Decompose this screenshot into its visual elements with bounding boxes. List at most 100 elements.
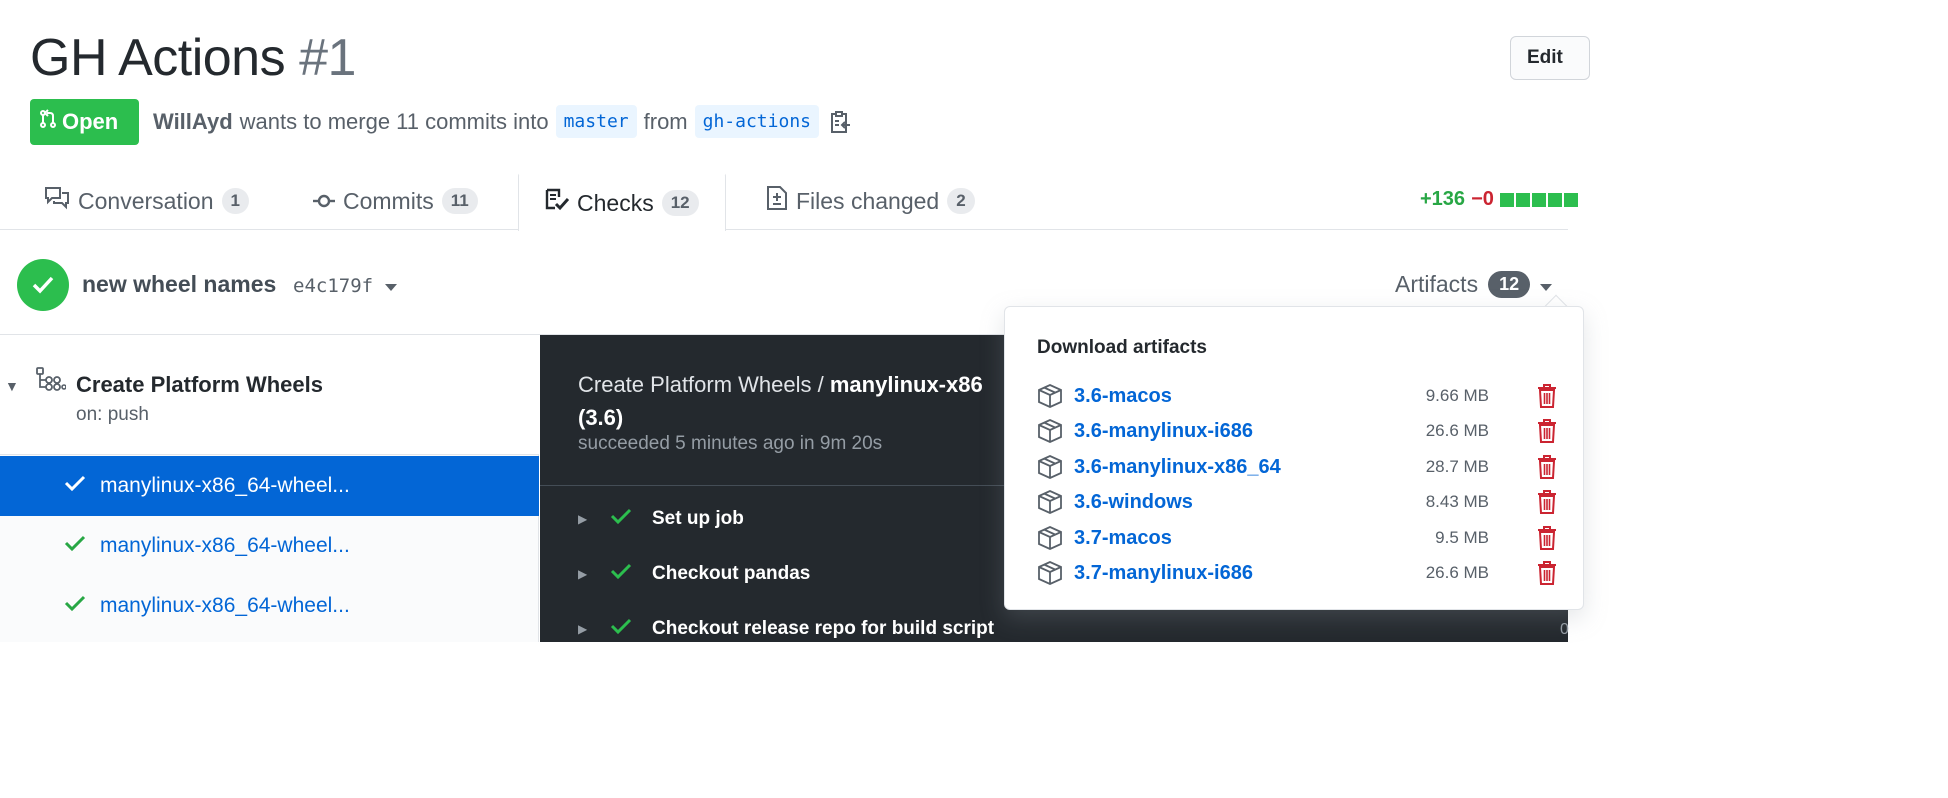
artifact-link[interactable]: 3.6-macos (1074, 385, 1357, 408)
tab-label: Checks (577, 189, 654, 216)
artifact-row: 3.6-manylinux-i686 26.6 MB (1037, 414, 1557, 448)
tab-label: Files changed (796, 187, 940, 214)
job-label: manylinux-x86_64-wheel... (100, 594, 350, 617)
artifacts-counter: 12 (1488, 271, 1531, 298)
success-icon (17, 259, 69, 311)
tab-checks[interactable]: Checks 12 (518, 172, 726, 231)
chevron-down-icon (385, 275, 398, 297)
package-icon (1037, 455, 1074, 479)
package-icon (1037, 419, 1074, 443)
log-status: succeeded 5 minutes ago in 9m 20s (578, 433, 883, 454)
tab-counter: 2 (947, 188, 975, 214)
edit-button[interactable]: Edit (1510, 36, 1590, 80)
artifact-row: 3.7-macos 9.5 MB (1037, 521, 1557, 555)
commit-sha: e4c179f (293, 275, 374, 297)
caret-right-icon: ▶ (578, 512, 588, 526)
artifact-row: 3.6-windows 8.43 MB (1037, 485, 1557, 519)
artifact-size: 9.66 MB (1425, 386, 1489, 405)
comment-discussion-icon (44, 186, 70, 216)
tab-conversation[interactable]: Conversation 1 (44, 172, 249, 230)
check-icon (610, 507, 632, 531)
check-icon (64, 594, 86, 618)
workflow-icon (36, 367, 67, 400)
tab-label: Conversation (78, 187, 214, 214)
step-label: Set up job (652, 508, 744, 529)
artifact-row: 3.7-manylinux-i686 26.6 MB (1037, 556, 1557, 590)
trash-icon[interactable] (1537, 561, 1557, 585)
checklist-icon (545, 188, 570, 218)
author-link[interactable]: WillAyd (153, 109, 233, 135)
check-icon (610, 562, 632, 586)
artifact-size: 8.43 MB (1425, 492, 1489, 511)
job-item[interactable]: manylinux-x86_64-wheel... (0, 576, 539, 636)
package-icon (1037, 384, 1074, 408)
trash-icon[interactable] (1537, 490, 1557, 514)
commit-sha-dropdown[interactable]: e4c179f (293, 275, 398, 297)
step-label: Checkout pandas (652, 563, 811, 584)
artifacts-button[interactable]: Artifacts 12 (1395, 271, 1553, 298)
trash-icon[interactable] (1537, 526, 1557, 550)
file-diff-icon (766, 185, 788, 217)
merge-text: wants to merge 11 commits into (239, 108, 549, 134)
trash-icon[interactable] (1537, 419, 1557, 443)
artifact-link[interactable]: 3.6-windows (1074, 491, 1357, 514)
tab-commits[interactable]: Commits 11 (313, 172, 478, 230)
workflow-name: Create Platform Wheels (76, 372, 323, 397)
artifact-link[interactable]: 3.7-macos (1074, 527, 1357, 550)
log-title: Create Platform Wheels / manylinux-x86 (3… (578, 368, 1048, 434)
diffstat: +136 −0 (1420, 188, 1578, 211)
artifact-size: 28.7 MB (1425, 457, 1489, 476)
trash-icon[interactable] (1537, 455, 1557, 479)
log-step[interactable]: ▶ Set up job (578, 507, 744, 531)
caret-down-icon[interactable]: ▼ (5, 378, 19, 394)
popover-title: Download artifacts (1037, 337, 1207, 358)
package-icon (1037, 526, 1074, 550)
status-label: Open (62, 109, 119, 134)
pr-meta: WillAyd wants to merge 11 commits into m… (153, 105, 852, 138)
step-duration: 0 (1560, 621, 1569, 638)
tab-counter: 11 (441, 188, 478, 214)
pr-number: #1 (299, 29, 356, 87)
artifact-size: 26.6 MB (1425, 563, 1489, 582)
tab-label: Commits (343, 187, 434, 214)
artifact-size: 9.5 MB (1435, 528, 1489, 547)
tab-files-changed[interactable]: Files changed 2 (766, 172, 975, 230)
artifact-link[interactable]: 3.6-manylinux-i686 (1074, 420, 1357, 443)
head-branch[interactable]: gh-actions (694, 105, 819, 138)
tab-counter: 12 (661, 190, 699, 216)
workflow-item[interactable]: ▼ Create Platform Wheels on: push (0, 335, 539, 455)
trash-icon[interactable] (1537, 384, 1557, 408)
status-badge: Open (30, 99, 139, 145)
log-step[interactable]: ▶ Checkout pandas (578, 562, 810, 586)
check-icon (64, 474, 86, 498)
git-commit-icon (313, 188, 335, 215)
chevron-down-icon (1540, 271, 1553, 298)
artifacts-label: Artifacts (1395, 271, 1479, 297)
log-title-matrix: (3.6) (578, 405, 624, 430)
clippy-icon[interactable] (830, 110, 852, 134)
commit-message: new wheel names (82, 271, 277, 297)
from-text: from (643, 108, 688, 134)
tab-counter: 1 (221, 188, 249, 214)
check-icon (610, 617, 632, 641)
artifact-size: 26.6 MB (1425, 421, 1489, 440)
log-step[interactable]: ▶ Checkout release repo for build script (578, 617, 994, 641)
job-label: manylinux-x86_64-wheel... (100, 534, 350, 557)
log-title-job: manylinux-x86 (829, 372, 983, 397)
workflow-trigger: on: push (76, 404, 149, 425)
step-label: Checkout release repo for build script (652, 618, 995, 639)
artifact-link[interactable]: 3.6-manylinux-x86_64 (1074, 456, 1357, 479)
caret-right-icon: ▶ (578, 567, 588, 581)
diffstat-blocks (1499, 192, 1578, 207)
pr-title: GH Actions #1 (30, 28, 356, 88)
base-branch[interactable]: master (555, 105, 637, 138)
artifact-row: 3.6-manylinux-x86_64 28.7 MB (1037, 450, 1557, 484)
job-item[interactable]: manylinux-x86_64-wheel... (0, 456, 539, 516)
package-icon (1037, 490, 1074, 514)
checks-sidebar: ▼ Create Platform Wheels on: push manyli… (0, 335, 539, 642)
artifacts-popover: Download artifacts 3.6-macos 9.66 MB 3.6… (1004, 306, 1584, 610)
diffstat-deletions: −0 (1471, 188, 1494, 210)
artifact-link[interactable]: 3.7-manylinux-i686 (1074, 562, 1357, 585)
git-pull-request-icon (40, 109, 56, 135)
job-item[interactable]: manylinux-x86_64-wheel... (0, 516, 539, 576)
